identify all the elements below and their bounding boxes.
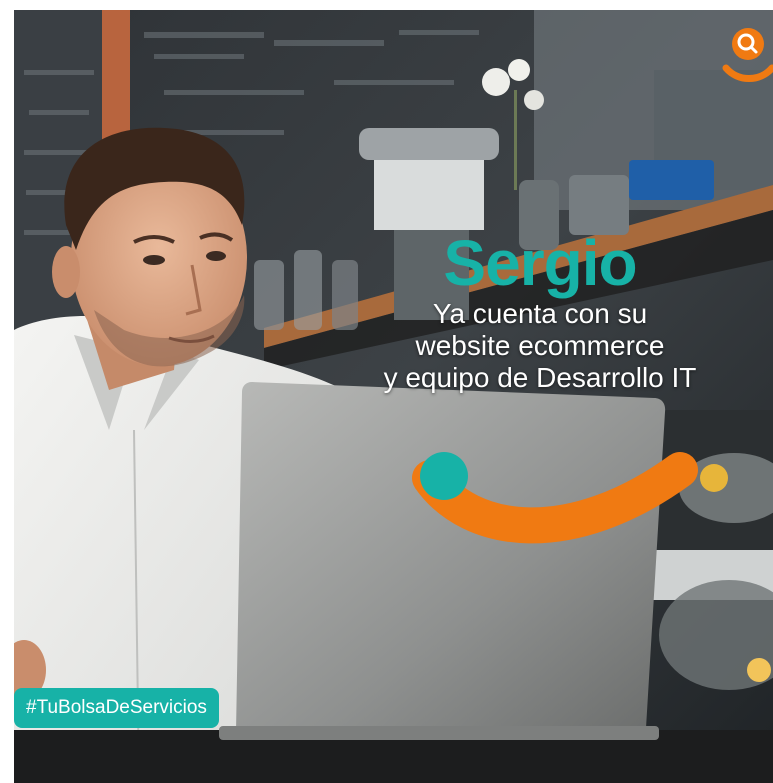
tagline-line-2: website ecommerce <box>415 330 665 361</box>
headline-block: Sergio Ya cuenta con su website ecommerc… <box>340 228 740 394</box>
tagline-line-3: y equipo de Desarrollo IT <box>383 362 697 393</box>
smile-swoosh-icon <box>412 452 698 544</box>
tagline-line-1: Ya cuenta con su <box>432 298 648 329</box>
customer-name: Sergio <box>443 227 637 299</box>
brand-logo-icon <box>722 28 773 82</box>
hashtag-badge: #TuBolsaDeServicios <box>14 688 219 728</box>
cafe-photo <box>14 10 773 783</box>
social-post-image: Sergio Ya cuenta con su website ecommerc… <box>0 0 773 783</box>
